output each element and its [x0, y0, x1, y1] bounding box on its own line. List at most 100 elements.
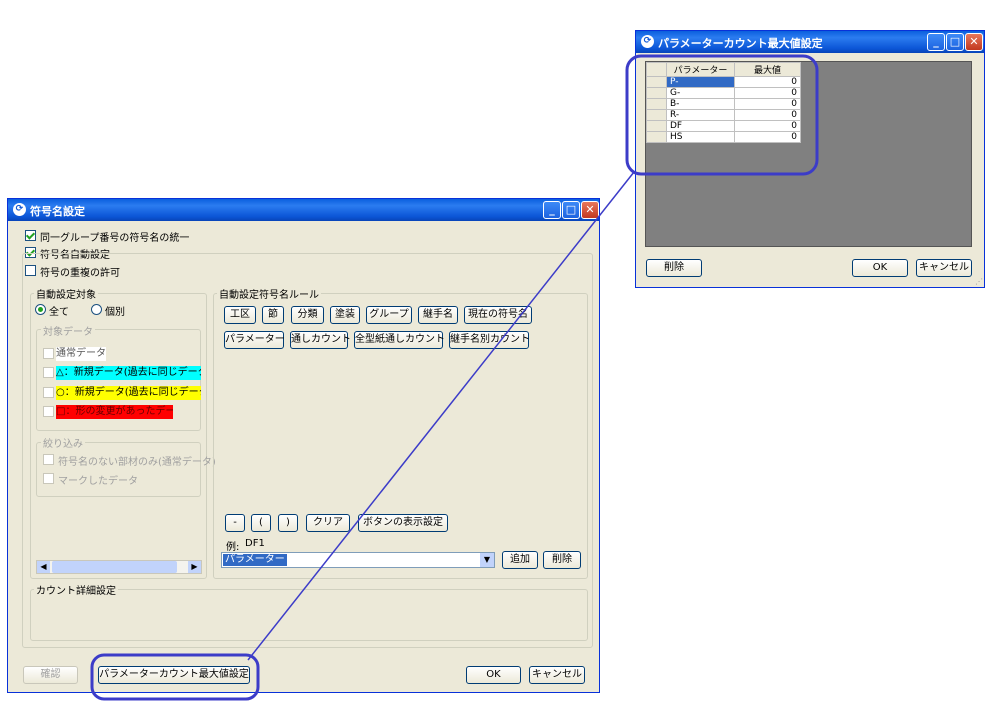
main-dialog-titlebar[interactable]: ⟳ 符号名設定 _ □ ✕ [8, 199, 599, 221]
param-value[interactable]: 0 [734, 98, 801, 110]
rule-btn-joint-count[interactable]: 継手名別カウント [449, 331, 530, 349]
scroll-thumb[interactable] [52, 561, 177, 573]
param-dialog-titlebar[interactable]: ⟳ パラメーターカウント最大値設定 _ □ ✕ [636, 31, 984, 53]
cancel-button[interactable]: キャンセル [529, 666, 585, 684]
column-header-max[interactable]: 最大値 [734, 62, 801, 77]
param-name[interactable]: G- [666, 87, 735, 99]
app-icon: ⟳ [13, 203, 26, 216]
new-circle-label: ○：新規データ(過去に同じデータあ [56, 386, 201, 400]
op-btn-open-paren[interactable]: ( [251, 514, 271, 532]
delete-rule-button[interactable]: 削除 [543, 551, 581, 569]
filter-group [36, 442, 201, 497]
radio-individual[interactable] [91, 304, 102, 315]
op-btn-dash[interactable]: - [225, 514, 245, 532]
rule-select-value: パラメーター [223, 554, 287, 566]
param-grid-area: パラメーター 最大値 P- 0 G- 0 B- 0 R- 0 DF 0 HS 0 [645, 61, 972, 247]
param-name[interactable]: B- [666, 98, 735, 110]
radio-all[interactable] [35, 304, 46, 315]
param-delete-button[interactable]: 削除 [646, 259, 702, 277]
rule-btn-current-name[interactable]: 現在の符号名 [464, 306, 532, 324]
param-value[interactable]: 0 [734, 87, 801, 99]
rule-btn-all-template-count[interactable]: 全型紙通しカウント [354, 331, 445, 349]
row-header[interactable] [646, 76, 667, 88]
maximize-button[interactable]: □ [946, 33, 964, 51]
resize-grip-icon[interactable]: ⋰ [975, 277, 983, 286]
maximize-button[interactable]: □ [562, 201, 580, 219]
table-row[interactable]: G- 0 [646, 87, 801, 99]
changed-shape-checkbox[interactable] [43, 406, 54, 417]
row-header[interactable] [646, 131, 667, 143]
app-icon: ⟳ [641, 35, 654, 48]
param-value[interactable]: 0 [734, 76, 801, 88]
target-group-label: 自動設定対象 [34, 286, 98, 301]
main-dialog: ⟳ 符号名設定 _ □ ✕ 同一グループ番号の符号名の統一 符号名自動設定 符号… [7, 198, 600, 693]
close-button[interactable]: ✕ [581, 201, 599, 219]
table-row[interactable]: B- 0 [646, 98, 801, 110]
button-display-settings[interactable]: ボタンの表示設定 [358, 514, 448, 532]
example-value: DF1 [245, 538, 265, 549]
table-row[interactable]: HS 0 [646, 131, 801, 143]
confirm-button[interactable]: 確認 [23, 666, 78, 684]
unify-group-label: 同一グループ番号の符号名の統一 [40, 233, 190, 244]
row-header[interactable] [646, 109, 667, 121]
unnamed-only-label: 符号名のない部材のみ(通常データ) [58, 457, 216, 468]
horizontal-scrollbar[interactable]: ◀ ▶ [36, 560, 202, 574]
rule-btn-serial-count[interactable]: 通しカウント [290, 331, 351, 349]
rule-btn-setsu[interactable]: 節 [262, 306, 284, 324]
count-detail-label: カウント詳細設定 [34, 582, 118, 597]
param-name[interactable]: P- [666, 76, 735, 88]
chevron-down-icon[interactable]: ▼ [480, 553, 494, 567]
param-name[interactable]: HS [666, 131, 735, 143]
param-name[interactable]: DF [666, 120, 735, 132]
param-value[interactable]: 0 [734, 120, 801, 132]
param-dialog: ⟳ パラメーターカウント最大値設定 _ □ ✕ パラメーター 最大値 P- 0 … [635, 30, 985, 288]
table-row[interactable]: P- 0 [646, 76, 801, 88]
scroll-right-arrow[interactable]: ▶ [188, 561, 201, 573]
scroll-left-arrow[interactable]: ◀ [37, 561, 50, 573]
param-table: パラメーター 最大値 P- 0 G- 0 B- 0 R- 0 DF 0 HS 0 [646, 62, 801, 143]
row-header-corner [646, 62, 667, 77]
param-max-settings-button[interactable]: パラメーターカウント最大値設定 [98, 666, 250, 684]
close-button[interactable]: ✕ [965, 33, 983, 51]
param-cancel-button[interactable]: キャンセル [916, 259, 972, 277]
table-row[interactable]: R- 0 [646, 109, 801, 121]
rule-btn-group[interactable]: グループ [366, 306, 412, 324]
rule-group-label: 自動設定符号名ルール [217, 286, 321, 301]
param-value[interactable]: 0 [734, 109, 801, 121]
param-name[interactable]: R- [666, 109, 735, 121]
column-header-parameter[interactable]: パラメーター [666, 62, 735, 77]
new-triangle-label: △：新規データ(過去に同じデータな [56, 366, 201, 380]
radio-all-label: 全て [49, 307, 69, 318]
normal-data-label: 通常データ [56, 347, 106, 361]
table-row[interactable]: DF 0 [646, 120, 801, 132]
param-ok-button[interactable]: OK [852, 259, 908, 277]
marked-data-checkbox[interactable] [43, 473, 54, 484]
row-header[interactable] [646, 98, 667, 110]
data-group-label: 対象データ [41, 323, 95, 338]
row-header[interactable] [646, 87, 667, 99]
unify-group-checkbox[interactable] [25, 230, 36, 241]
radio-individual-label: 個別 [105, 307, 125, 318]
rule-btn-tsugite[interactable]: 継手名 [418, 306, 458, 324]
rule-select[interactable]: パラメーター ▼ [221, 552, 495, 568]
param-value[interactable]: 0 [734, 131, 801, 143]
row-header[interactable] [646, 120, 667, 132]
unnamed-only-checkbox[interactable] [43, 454, 54, 465]
example-label: 例: [226, 542, 240, 553]
rule-btn-bunrui[interactable]: 分類 [291, 306, 324, 324]
rule-btn-parameter[interactable]: パラメーター [224, 331, 285, 349]
filter-group-label: 絞り込み [41, 435, 85, 450]
minimize-button[interactable]: _ [927, 33, 945, 51]
rule-btn-tosou[interactable]: 塗装 [330, 306, 360, 324]
changed-shape-label: □：形の変更があったデータ [56, 405, 173, 419]
new-circle-checkbox[interactable] [43, 387, 54, 398]
ok-button[interactable]: OK [466, 666, 521, 684]
marked-data-label: マークしたデータ [58, 476, 138, 487]
add-button[interactable]: 追加 [502, 551, 538, 569]
clear-button[interactable]: クリア [306, 514, 350, 532]
normal-data-checkbox[interactable] [43, 348, 54, 359]
op-btn-close-paren[interactable]: ) [278, 514, 298, 532]
rule-btn-kouku[interactable]: 工区 [224, 306, 256, 324]
minimize-button[interactable]: _ [543, 201, 561, 219]
new-triangle-checkbox[interactable] [43, 367, 54, 378]
